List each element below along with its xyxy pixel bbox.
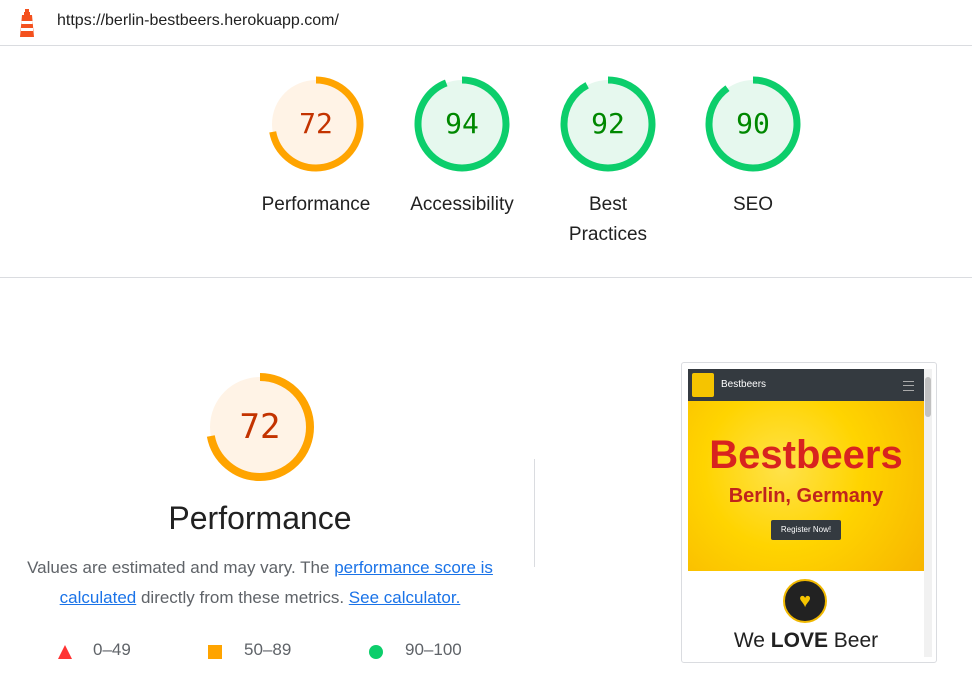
gauge-label: Best Practices (568, 194, 648, 245)
screenshot-brand: Bestbeers (721, 379, 767, 390)
page-url[interactable]: https://berlin-bestbeers.herokuapp.com/ (57, 12, 339, 30)
screenshot-hero: Bestbeers Berlin, Germany Register Now! (688, 401, 924, 571)
legend-range: 0–49 (93, 640, 131, 659)
tagline-pre: We (733, 629, 771, 652)
desc-text-1: Values are estimated and may vary. The (27, 558, 335, 577)
see-calculator-link[interactable]: See calculator. (349, 588, 461, 607)
hero-subtitle: Berlin, Germany (728, 485, 884, 507)
gauge-seo[interactable]: 90 SEO (683, 74, 823, 220)
triangle-icon (58, 645, 72, 659)
hamburger-menu-icon (903, 381, 914, 391)
register-button: Register Now! (771, 520, 841, 540)
performance-score: 72 (239, 407, 281, 447)
love-tagline: We LOVE Beer (688, 629, 924, 653)
legend-range: 90–100 (405, 640, 462, 659)
gauge-score: 92 (591, 107, 625, 140)
hero-title: Bestbeers (709, 433, 903, 477)
section-divider (534, 459, 535, 567)
gauge-label: Performance (261, 194, 371, 215)
beer-logo-icon (692, 373, 714, 397)
tagline-bold: LOVE (770, 629, 828, 652)
gauge-performance[interactable]: 72 Performance (246, 74, 386, 220)
heart-badge: ♥ (783, 579, 827, 623)
performance-section: 72 Performance Values are estimated and … (0, 278, 540, 691)
square-icon (208, 645, 222, 659)
gauge-score: 72 (299, 107, 333, 140)
gauge-label: SEO (732, 194, 774, 215)
screenshot-navbar: Bestbeers (688, 369, 924, 401)
gauge-accessibility[interactable]: 94 Accessibility (392, 74, 532, 220)
performance-description: Values are estimated and may vary. The p… (18, 553, 502, 613)
desc-text-2: directly from these metrics. (136, 588, 349, 607)
screenshot-scrollbar (924, 369, 932, 657)
top-bar: https://berlin-bestbeers.herokuapp.com/ (0, 0, 972, 46)
gauge-score: 94 (445, 107, 479, 140)
legend-range: 50–89 (244, 640, 292, 659)
circle-icon (369, 645, 383, 659)
gauge-label: Accessibility (410, 194, 514, 215)
tagline-post: Beer (827, 629, 879, 652)
scrollbar-thumb (925, 377, 931, 417)
gauge-score: 90 (736, 107, 770, 140)
screenshot-card: ♥ We LOVE Beer (688, 571, 924, 662)
performance-title: Performance (168, 500, 352, 536)
lighthouse-icon (20, 9, 34, 37)
heart-icon: ♥ (799, 590, 811, 612)
page-screenshot[interactable]: Bestbeers Bestbeers Berlin, Germany Regi… (681, 362, 937, 663)
gauge-best-practices[interactable]: 92 Best Practices (538, 74, 678, 250)
score-summary: 72 Performance 94 Accessibility 92 Best … (0, 46, 972, 278)
